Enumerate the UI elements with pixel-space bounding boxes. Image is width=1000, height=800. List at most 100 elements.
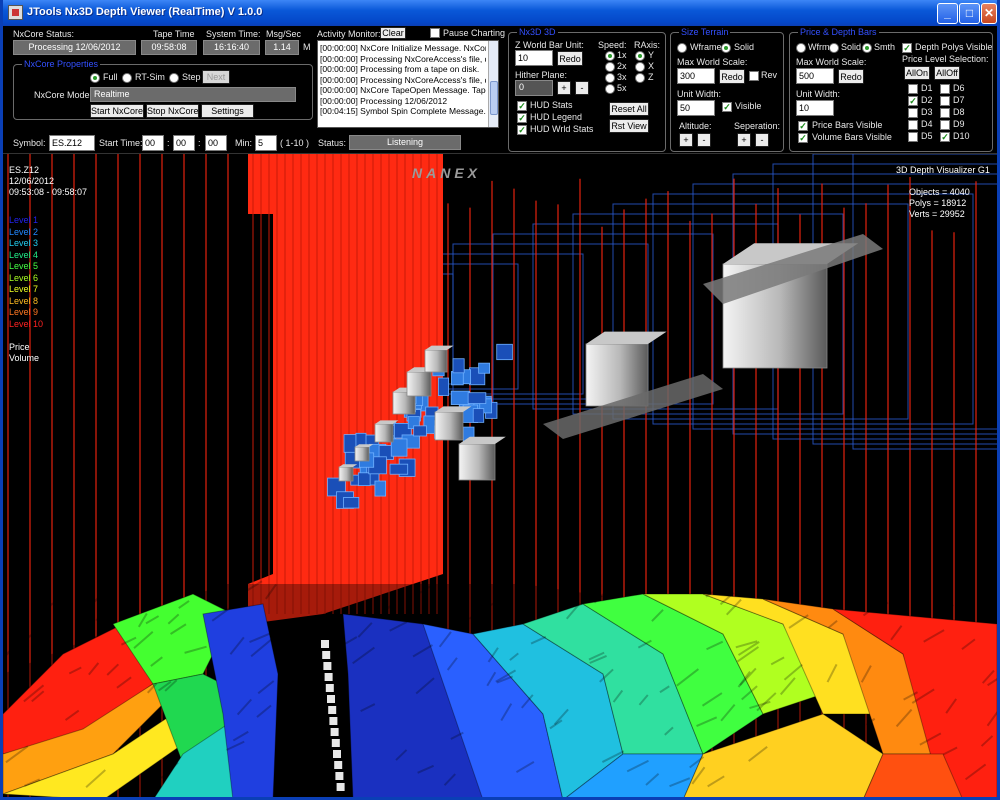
pause-charting-checkbox[interactable]: [430, 28, 440, 38]
z-world-bar-unit-label: Z World Bar Unit:: [515, 40, 584, 50]
level-d5-checkbox[interactable]: [908, 132, 918, 142]
terrain-visible-checkbox[interactable]: ✓: [722, 102, 732, 112]
hud-stats-checkbox[interactable]: ✓: [517, 101, 527, 111]
altitude-minus-button[interactable]: -: [697, 133, 711, 147]
level-d2-checkbox[interactable]: ✓: [908, 96, 918, 106]
start-nxcore-button[interactable]: Start NxCore: [90, 104, 144, 118]
alloff-button[interactable]: AllOff: [934, 66, 960, 80]
depth-polys-checkbox[interactable]: ✓: [902, 43, 912, 53]
symbol-input[interactable]: ES.Z12: [49, 135, 95, 151]
volume-bars-checkbox[interactable]: ✓: [798, 133, 808, 143]
terrain-solid-radio[interactable]: [721, 43, 731, 53]
clear-button[interactable]: Clear: [380, 27, 406, 39]
bars-unit-width-input[interactable]: 10: [796, 100, 834, 116]
rst-view-button[interactable]: Rst View: [609, 119, 649, 133]
legend-level: Level 6: [9, 272, 39, 283]
log-scrollbar[interactable]: [488, 41, 498, 127]
level-d10-checkbox[interactable]: ✓: [940, 132, 950, 142]
terrain-redo-button[interactable]: Redo: [719, 69, 745, 84]
hither-plane-input[interactable]: 0: [515, 80, 553, 96]
terrain-rev-label: Rev: [761, 70, 778, 80]
terrain-unit-width-input[interactable]: 50: [677, 100, 715, 116]
mode-rtsim-radio[interactable]: [122, 73, 132, 83]
bars-solid-radio[interactable]: [829, 43, 839, 53]
start-minute-input[interactable]: 00: [173, 135, 195, 151]
terrain-max-scale-input[interactable]: 300: [677, 68, 715, 84]
bars-wfrm-radio[interactable]: [796, 43, 806, 53]
start-second-input[interactable]: 00: [205, 135, 227, 151]
hud-legend-checkbox[interactable]: ✓: [517, 113, 527, 123]
status-value: Listening: [349, 135, 461, 150]
raxis-y-radio[interactable]: [635, 51, 645, 61]
control-panel: NxCore Status: Processing 12/06/2012 Tap…: [3, 26, 997, 154]
terrain-unit-width-label: Unit Width:: [677, 89, 722, 99]
level-d6-checkbox[interactable]: [940, 84, 950, 94]
maximize-button[interactable]: □: [959, 3, 980, 24]
price-cube: [458, 443, 496, 481]
raxis-x-label: X: [648, 61, 655, 71]
legend-level: Level 2: [9, 226, 39, 237]
altitude-plus-button[interactable]: +: [679, 133, 693, 147]
minimize-button[interactable]: _: [937, 3, 958, 24]
terrain-wframe-radio[interactable]: [677, 43, 687, 53]
hud-wrld-stats-checkbox[interactable]: ✓: [517, 125, 527, 135]
legend-level: Level 7: [9, 284, 39, 294]
level-d10-label: D10: [953, 131, 970, 141]
z-world-bar-unit-input[interactable]: 10: [515, 50, 553, 66]
raxis-x-radio[interactable]: [635, 62, 645, 72]
tape-time-value: 09:58:08: [141, 40, 197, 55]
bars-smth-radio[interactable]: [862, 43, 872, 53]
reset-all-button[interactable]: Reset All: [609, 102, 649, 116]
separation-minus-button[interactable]: -: [755, 133, 769, 147]
speed-3x-radio[interactable]: [605, 73, 615, 83]
price-marker: [323, 662, 332, 670]
min-input[interactable]: 5: [255, 135, 277, 151]
legend-volume: Volume: [9, 353, 40, 363]
msg-sec-value: 1.14: [265, 40, 299, 55]
speed-1x-radio[interactable]: [605, 51, 615, 61]
mode-full-radio[interactable]: [90, 73, 100, 83]
depth-cube: [437, 377, 450, 396]
level-d7-checkbox[interactable]: [940, 96, 950, 106]
hither-minus-button[interactable]: -: [575, 81, 589, 95]
speed-2x-radio[interactable]: [605, 62, 615, 72]
bars-redo-button[interactable]: Redo: [838, 69, 864, 84]
level-d3-checkbox[interactable]: [908, 108, 918, 118]
speed-5x-radio[interactable]: [605, 84, 615, 94]
title-bar[interactable]: JTools Nx3D Depth Viewer (RealTime) V 1.…: [3, 0, 997, 26]
separation-plus-button[interactable]: +: [737, 133, 751, 147]
stop-nxcore-button[interactable]: Stop NxCore: [146, 104, 199, 118]
depth-cube: [450, 390, 470, 405]
activity-log[interactable]: [00:00:00] NxCore Initialize Message. Nx…: [317, 40, 499, 128]
level-d8-checkbox[interactable]: [940, 108, 950, 118]
level-d1-checkbox[interactable]: [908, 84, 918, 94]
level-d4-checkbox[interactable]: [908, 120, 918, 130]
depth-cube: [389, 463, 409, 475]
legend-level: Level 9: [9, 307, 39, 317]
price-marker: [334, 761, 343, 769]
start-hour-input[interactable]: 00: [142, 135, 164, 151]
bars-max-scale-input[interactable]: 500: [796, 68, 834, 84]
level-d9-checkbox[interactable]: [940, 120, 950, 130]
price-bars-checkbox[interactable]: ✓: [798, 121, 808, 131]
hither-plus-button[interactable]: +: [557, 81, 571, 95]
level-d6-label: D6: [953, 83, 965, 93]
nxcore-mode-field[interactable]: Realtime: [90, 87, 296, 102]
depth-visualizer-viewport[interactable]: ES.Z12 12/06/2012 09:53:08 - 09:58:07 NA…: [3, 154, 997, 797]
min-range: ( 1-10 ): [280, 138, 310, 148]
next-button[interactable]: Next: [202, 70, 230, 84]
depth-cube: [451, 371, 464, 386]
hud-polys: Polys = 18912: [909, 198, 967, 208]
allon-button[interactable]: AllOn: [904, 66, 930, 80]
z-world-redo-button[interactable]: Redo: [557, 51, 583, 66]
raxis-z-radio[interactable]: [635, 73, 645, 83]
terrain-rev-checkbox[interactable]: [749, 71, 759, 81]
time-sep: :: [198, 138, 201, 148]
mode-step-radio[interactable]: [169, 73, 179, 83]
log-scroll-thumb[interactable]: [490, 81, 498, 115]
settings-button[interactable]: Settings: [201, 104, 254, 118]
close-button[interactable]: ✕: [981, 3, 997, 24]
minimize-icon: _: [944, 6, 951, 20]
price-marker: [324, 673, 333, 681]
speed-5x-label: 5x: [617, 83, 627, 93]
